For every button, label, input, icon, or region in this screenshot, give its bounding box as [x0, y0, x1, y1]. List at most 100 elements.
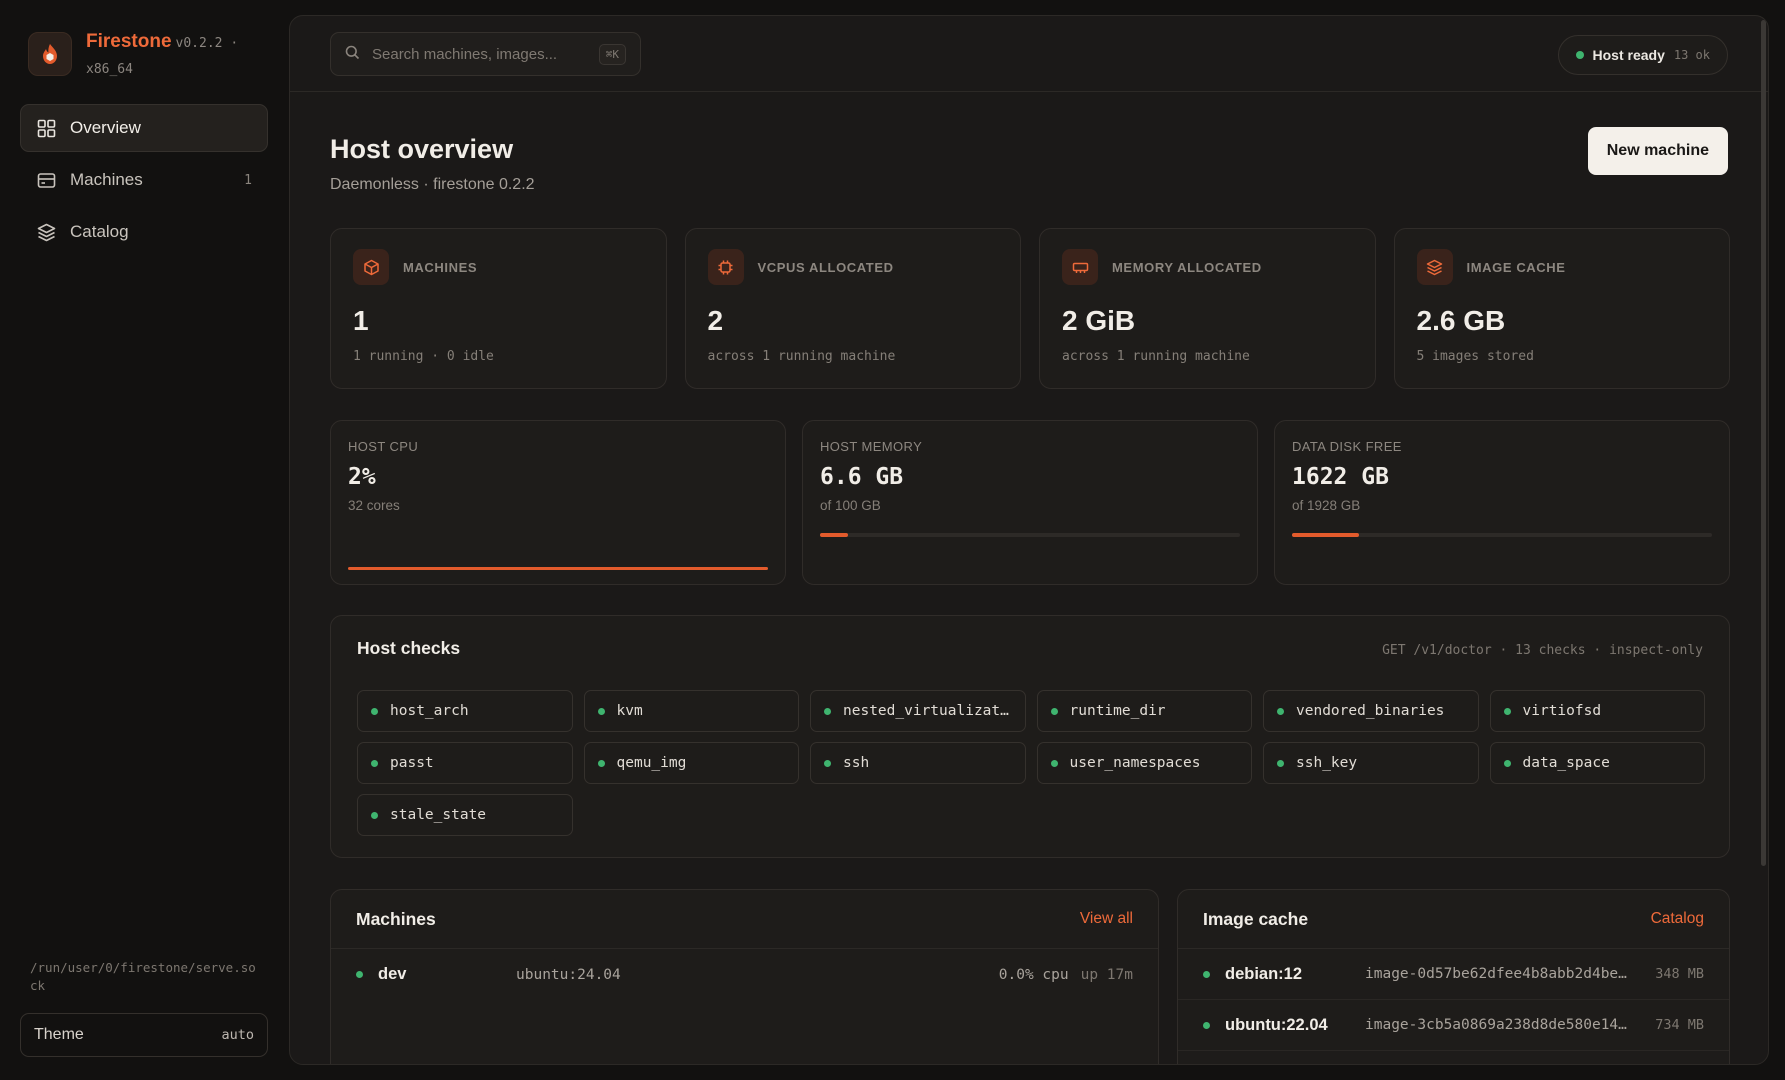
stat-value: 1 [353, 305, 369, 336]
check-chip[interactable]: stale_state [357, 794, 573, 836]
stat-label: VCPUS ALLOCATED [757, 259, 894, 275]
check-chip[interactable]: ssh [810, 742, 1026, 784]
machine-uptime: up 17m [1080, 966, 1133, 983]
image-cache-panel: Image cache Catalog debian:12 image-0d57… [1177, 889, 1730, 1064]
image-name: ubuntu:22.04 [1225, 1015, 1328, 1034]
check-chip[interactable]: host_arch [357, 690, 573, 732]
search-input[interactable]: Search machines, images... ⌘K [330, 32, 641, 76]
check-chip[interactable]: passt [357, 742, 573, 784]
machine-row[interactable]: dev ubuntu:24.04 0.0% cpu up 17m [331, 949, 1158, 1000]
server-icon [36, 170, 56, 190]
view-all-link[interactable]: View all [1080, 910, 1133, 928]
stat-value: 2.6 GB [1416, 305, 1506, 336]
top-bar: Search machines, images... ⌘K Host ready… [290, 16, 1768, 92]
check-chip[interactable]: runtime_dir [1036, 690, 1252, 732]
check-ok-icon [597, 707, 605, 715]
search-shortcut: ⌘K [598, 43, 626, 65]
socket-path: /run/user/0/firestone/serve.sock [30, 960, 256, 993]
stat-card-image-cache: IMAGE CACHE 2.6 GB 5 images stored [1393, 228, 1730, 389]
resource-label: HOST CPU [348, 439, 419, 454]
cpu-icon [707, 249, 744, 285]
sidebar-item-catalog[interactable]: Catalog [20, 208, 268, 256]
sidebar-item-machines[interactable]: Machines 1 [20, 156, 268, 204]
check-ok-icon [371, 707, 378, 715]
check-ok-icon [1503, 759, 1511, 767]
sidebar-item-label: Machines [70, 170, 143, 189]
check-chip[interactable]: user_namespaces [1036, 742, 1252, 784]
resource-label: HOST MEMORY [820, 439, 923, 454]
check-chip[interactable]: kvm [583, 690, 799, 732]
check-chip[interactable]: qemu_img [583, 742, 799, 784]
check-ok-icon [1050, 707, 1058, 715]
stat-sub: across 1 running machine [707, 349, 896, 364]
machine-name: dev [378, 965, 407, 983]
firestone-logo-icon[interactable] [28, 32, 72, 76]
brand: Firestone v0.2.2 · x86_64 [28, 32, 268, 76]
page-title: Host overview [330, 134, 514, 164]
stat-label: MACHINES [403, 259, 478, 275]
grid-icon [36, 118, 56, 138]
machines-panel: Machines View all dev ubuntu:24.04 0.0% … [330, 889, 1159, 1064]
cached-status-icon [1203, 1021, 1210, 1029]
sidebar-item-count: 1 [244, 172, 252, 188]
resource-value: 6.6 GB [820, 464, 904, 490]
check-ok-icon [824, 707, 831, 715]
cpu-usage-bar [348, 567, 768, 570]
running-status-icon [356, 971, 363, 978]
check-chip[interactable]: virtiofsd [1489, 690, 1705, 732]
sidebar-item-overview[interactable]: Overview [20, 104, 268, 152]
host-memory-card: HOST MEMORY 6.6 GB of 100 GB [802, 420, 1258, 585]
disk-usage-bar [1292, 533, 1712, 537]
stat-cards: MACHINES 1 1 running · 0 idle VCPUS ALLO… [330, 228, 1730, 389]
new-machine-button[interactable]: New machine [1587, 127, 1728, 175]
machine-cpu: 0.0% cpu [998, 966, 1069, 983]
image-name: debian:12 [1225, 964, 1303, 983]
image-row[interactable]: ubuntu:22.04 image-3cb5a0869a238d8de580e… [1178, 1000, 1729, 1051]
check-chip[interactable]: vendored_binaries [1263, 690, 1479, 732]
check-ok-icon [1503, 707, 1511, 715]
image-size: 734 MB [1655, 1017, 1704, 1033]
memory-usage-bar [820, 533, 1240, 537]
host-status-count: 13 ok [1673, 48, 1710, 62]
disk-usage-fill [1292, 533, 1359, 537]
cube-icon [353, 249, 389, 285]
resource-sub: of 1928 GB [1292, 498, 1361, 513]
sidebar: Firestone v0.2.2 · x86_64 Overview Machin… [0, 0, 288, 1080]
stat-sub: across 1 running machine [1062, 349, 1250, 364]
check-ok-icon [371, 811, 378, 819]
theme-label: Theme [34, 1026, 84, 1043]
data-disk-card: DATA DISK FREE 1622 GB of 1928 GB [1274, 420, 1730, 585]
memory-icon [1062, 249, 1098, 285]
resource-sub: 32 cores [348, 498, 400, 513]
layers-icon [36, 222, 56, 242]
search-placeholder: Search machines, images... [372, 45, 558, 63]
check-chip[interactable]: data_space [1489, 742, 1705, 784]
check-chip[interactable]: ssh_key [1263, 742, 1479, 784]
check-chip[interactable]: nested_virtualization [810, 690, 1026, 732]
sidebar-item-label: Catalog [70, 222, 129, 241]
stat-value: 2 [707, 305, 724, 336]
host-status-badge[interactable]: Host ready 13 ok [1557, 35, 1728, 75]
host-cpu-card: HOST CPU 2% 32 cores [330, 420, 786, 585]
theme-toggle[interactable]: Theme auto [20, 1013, 268, 1057]
cpu-usage-fill [348, 567, 768, 570]
resource-label: DATA DISK FREE [1292, 439, 1402, 454]
check-ok-icon [1050, 759, 1058, 767]
sidebar-nav: Overview Machines 1 Catalog [20, 104, 268, 256]
catalog-link[interactable]: Catalog [1651, 910, 1704, 928]
main-scrollbar[interactable] [1761, 20, 1766, 866]
layers-icon [1416, 249, 1453, 285]
check-ok-icon [1277, 707, 1284, 715]
image-id: image-0d57be62dfee4b8abb2d4be… [1365, 966, 1627, 982]
image-row[interactable]: debian:12 image-0d57be62dfee4b8abb2d4be…… [1178, 949, 1729, 1000]
host-checks-grid: host_arch kvm nested_virtualization runt… [357, 690, 1705, 836]
check-ok-icon [371, 759, 378, 767]
resource-sub: of 100 GB [820, 498, 881, 513]
sidebar-item-label: Overview [70, 118, 141, 137]
search-icon [345, 45, 360, 64]
host-checks-meta: GET /v1/doctor · 13 checks · inspect-onl… [1382, 643, 1703, 658]
app-name: Firestone [86, 31, 172, 52]
app-version: v0.2.2 · [175, 36, 239, 51]
image-cache-panel-title: Image cache [1203, 908, 1309, 929]
machines-panel-title: Machines [356, 908, 436, 929]
